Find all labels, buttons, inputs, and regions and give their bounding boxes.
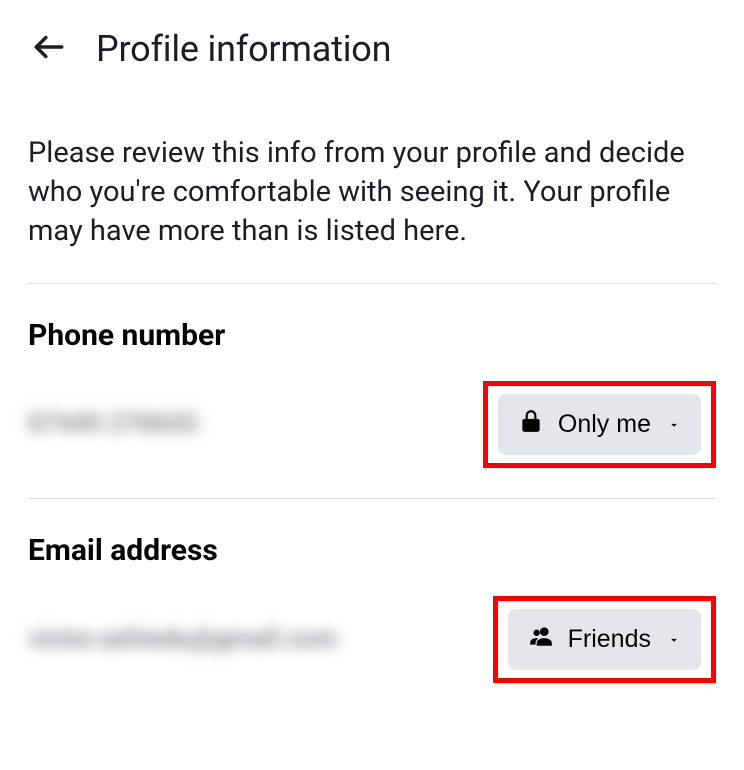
- page-description: Please review this info from your profil…: [0, 90, 744, 283]
- page-title: Profile information: [96, 28, 391, 70]
- phone-privacy-selector[interactable]: Only me: [498, 394, 701, 455]
- friends-icon: [528, 623, 554, 656]
- email-privacy-label: Friends: [568, 625, 651, 654]
- email-privacy-selector[interactable]: Friends: [508, 609, 701, 670]
- lock-icon: [518, 408, 544, 441]
- phone-section-title: Phone number: [28, 318, 716, 353]
- back-arrow-icon[interactable]: [30, 28, 68, 70]
- email-privacy-highlight: Friends: [493, 596, 716, 683]
- phone-privacy-highlight: Only me: [483, 381, 716, 468]
- chevron-down-icon: [667, 410, 681, 439]
- phone-value: 07449 270655: [28, 410, 198, 440]
- chevron-down-icon: [667, 625, 681, 654]
- phone-privacy-label: Only me: [558, 410, 651, 439]
- email-section: Email address victor.ashiedu@gmail.com F…: [0, 499, 744, 713]
- email-value: victor.ashiedu@gmail.com: [28, 625, 337, 655]
- phone-section: Phone number 07449 270655 Only me: [0, 284, 744, 498]
- email-section-title: Email address: [28, 533, 716, 568]
